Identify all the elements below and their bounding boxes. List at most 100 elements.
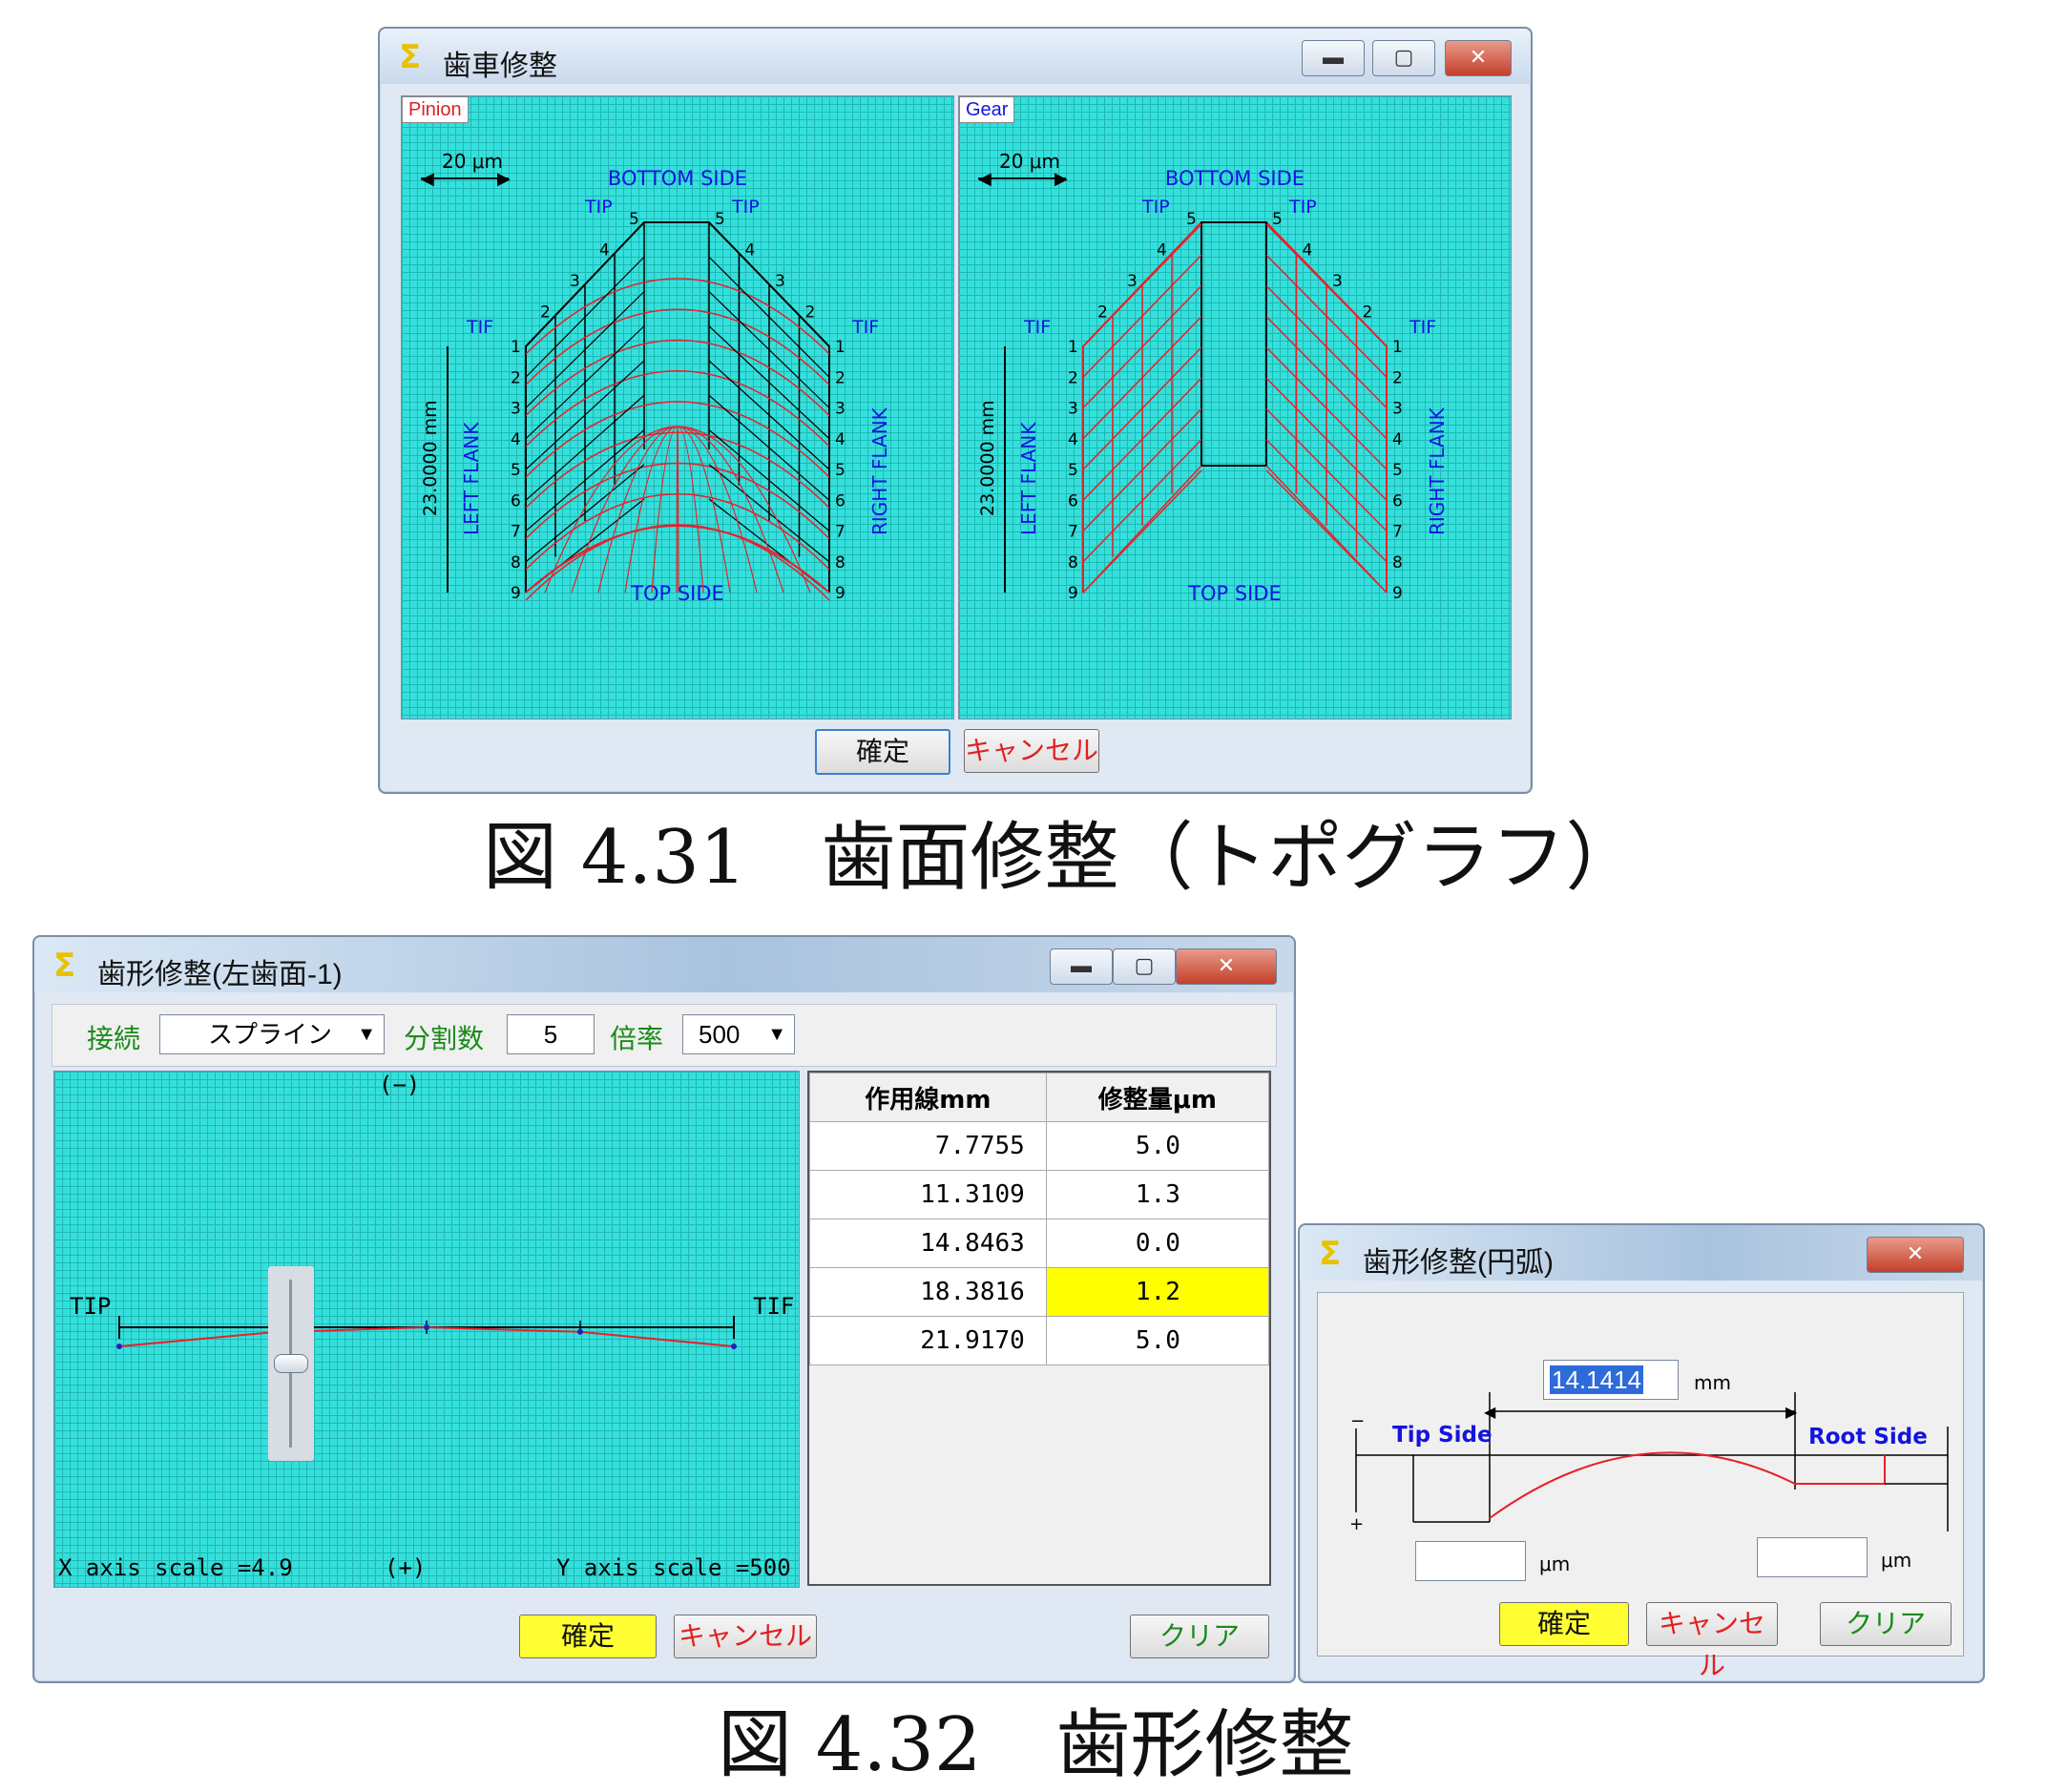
maximize-button[interactable]: ▢ bbox=[1113, 948, 1176, 985]
row-number-right: 2 bbox=[835, 368, 846, 387]
minimize-button[interactable]: ▬ bbox=[1302, 40, 1365, 76]
table-row[interactable]: 21.9170 5.0 bbox=[809, 1316, 1270, 1365]
slope-number-right: 5 bbox=[1272, 210, 1283, 229]
row-number-right: 4 bbox=[835, 430, 846, 449]
amount-cell[interactable]: 1.3 bbox=[1045, 1170, 1270, 1219]
row-number-left: 7 bbox=[1068, 523, 1078, 542]
connect-select[interactable]: スプライン ▼ bbox=[159, 1014, 385, 1054]
topography-window: Σ 歯車修整 ▬ ▢ ✕ Pinion 20 μm ◀ ▶ BOTTOM SIDE TO… bbox=[378, 27, 1533, 794]
ok-button[interactable]: 確定 bbox=[1499, 1602, 1629, 1646]
mesh-line-red bbox=[676, 426, 679, 594]
row-number-left: 9 bbox=[1068, 584, 1078, 603]
cancel-button[interactable]: キャンセル bbox=[964, 729, 1099, 773]
toolbar: 接続 スプライン ▼ 分割数 5 倍率 500 ▼ bbox=[52, 1004, 1277, 1067]
plus-sign: + bbox=[1349, 1514, 1364, 1534]
connect-label: 接続 bbox=[87, 1023, 141, 1054]
close-button[interactable]: ✕ bbox=[1445, 40, 1512, 76]
row-number-right: 1 bbox=[835, 338, 846, 357]
profile-modification-window: Σ 歯形修整(左歯面-1) ▬ ▢ ✕ 接続 スプライン ▼ 分割数 5 倍率 … bbox=[32, 935, 1296, 1683]
title-bar[interactable]: Σ 歯形修整(円弧) ✕ bbox=[1300, 1225, 1983, 1281]
cancel-button[interactable]: キャンセル bbox=[674, 1615, 817, 1658]
slope-number-right: 2 bbox=[805, 303, 816, 323]
row-number-right: 5 bbox=[835, 461, 846, 480]
row-number-right: 1 bbox=[1392, 338, 1403, 357]
bottom-side-label: BOTTOM SIDE bbox=[608, 167, 747, 190]
clear-button[interactable]: クリア bbox=[1130, 1615, 1269, 1658]
tip-label-left: TIP bbox=[1141, 197, 1170, 218]
vertical-slider[interactable] bbox=[268, 1266, 314, 1461]
root-side-unit: μm bbox=[1881, 1549, 1912, 1572]
scale-label: 20 μm bbox=[999, 150, 1060, 173]
arc-width-input[interactable]: 14.1414 bbox=[1543, 1360, 1679, 1400]
row-number-right: 8 bbox=[835, 553, 846, 573]
slope-number-left: 2 bbox=[540, 303, 551, 323]
cancel-button[interactable]: キャンセル bbox=[1646, 1602, 1778, 1681]
length-label: 23.0000 mm bbox=[420, 400, 441, 516]
profile-point bbox=[424, 1324, 430, 1330]
column-header-position[interactable]: 作用線mm bbox=[809, 1073, 1047, 1122]
table-row[interactable]: 18.3816 1.2 bbox=[809, 1267, 1270, 1317]
app-sigma-icon: Σ bbox=[53, 947, 76, 985]
profile-point bbox=[731, 1344, 737, 1349]
gear-tag: Gear bbox=[959, 96, 1015, 123]
tip-side-label: Tip Side bbox=[1392, 1423, 1493, 1448]
maximize-button[interactable]: ▢ bbox=[1372, 40, 1435, 76]
column-header-amount[interactable]: 修整量μm bbox=[1045, 1073, 1270, 1122]
ratio-select[interactable]: 500 ▼ bbox=[682, 1014, 795, 1054]
table-row[interactable]: 7.7755 5.0 bbox=[809, 1121, 1270, 1171]
position-cell[interactable]: 21.9170 bbox=[809, 1316, 1047, 1365]
bottom-side-label: BOTTOM SIDE bbox=[1165, 167, 1305, 190]
row-number-right: 7 bbox=[835, 523, 846, 542]
ratio-label: 倍率 bbox=[610, 1023, 664, 1054]
position-cell[interactable]: 11.3109 bbox=[809, 1170, 1047, 1219]
row-number-left: 4 bbox=[511, 430, 521, 449]
mesh-line-red bbox=[525, 339, 830, 417]
row-number-left: 1 bbox=[1068, 338, 1078, 357]
profile-point bbox=[576, 1328, 583, 1335]
position-cell[interactable]: 14.8463 bbox=[809, 1219, 1047, 1268]
row-number-right: 8 bbox=[1392, 553, 1403, 573]
tif-label-right: TIF bbox=[851, 317, 879, 338]
slope-number-right: 4 bbox=[745, 241, 756, 260]
row-number-right: 4 bbox=[1392, 430, 1403, 449]
slope-number-right: 5 bbox=[715, 210, 725, 229]
ok-button[interactable]: 確定 bbox=[519, 1615, 657, 1658]
amount-cell[interactable]: 5.0 bbox=[1045, 1316, 1270, 1365]
slider-thumb[interactable] bbox=[274, 1354, 308, 1373]
title-bar[interactable]: Σ 歯車修整 ▬ ▢ ✕ bbox=[380, 29, 1531, 84]
profile-curve-chart bbox=[116, 1316, 737, 1349]
close-button[interactable]: ✕ bbox=[1867, 1237, 1964, 1273]
slope-number-left: 5 bbox=[1186, 210, 1197, 229]
minimize-button[interactable]: ▬ bbox=[1050, 948, 1113, 985]
grid-line-black bbox=[525, 325, 830, 440]
arc-modification-window: Σ 歯形修整(円弧) ✕ ◀▶−+ 14.1414 mm Tip Side Ro… bbox=[1298, 1223, 1985, 1683]
figure-caption-4-31: 図 4.31 歯面修整（トポグラフ） bbox=[483, 815, 1640, 901]
chevron-down-icon: ▼ bbox=[767, 1024, 786, 1045]
modification-table: 作用線mm 修整量μm 7.7755 5.0 11.3109 1.3 14.8463… bbox=[807, 1071, 1271, 1586]
table-row[interactable]: 14.8463 0.0 bbox=[809, 1219, 1270, 1268]
position-cell[interactable]: 18.3816 bbox=[809, 1267, 1047, 1317]
scale-arrowhead-left: ◀ bbox=[978, 169, 992, 189]
clear-button[interactable]: クリア bbox=[1820, 1602, 1952, 1646]
amount-cell[interactable]: 0.0 bbox=[1045, 1219, 1270, 1268]
amount-cell[interactable]: 5.0 bbox=[1045, 1121, 1270, 1171]
app-sigma-icon: Σ bbox=[1319, 1235, 1342, 1273]
row-number-right: 2 bbox=[1392, 368, 1403, 387]
ok-button[interactable]: 確定 bbox=[815, 729, 950, 775]
divisions-label: 分割数 bbox=[404, 1023, 485, 1054]
tif-label-left: TIF bbox=[1023, 317, 1051, 338]
right-flank-label: RIGHT FLANK bbox=[1426, 406, 1449, 535]
row-number-right: 3 bbox=[835, 400, 846, 419]
root-side-amount-input[interactable] bbox=[1757, 1537, 1868, 1577]
close-button[interactable]: ✕ bbox=[1176, 948, 1277, 985]
app-sigma-icon: Σ bbox=[399, 38, 422, 76]
slope-number-right: 3 bbox=[775, 272, 785, 291]
tip-side-amount-input[interactable] bbox=[1415, 1541, 1526, 1581]
title-bar[interactable]: Σ 歯形修整(左歯面-1) ▬ ▢ ✕ bbox=[34, 937, 1294, 992]
row-number-left: 3 bbox=[1068, 400, 1078, 419]
tip-label-left: TIP bbox=[584, 197, 613, 218]
table-row[interactable]: 11.3109 1.3 bbox=[809, 1170, 1270, 1219]
divisions-input[interactable]: 5 bbox=[507, 1014, 595, 1054]
amount-cell-selected[interactable]: 1.2 bbox=[1045, 1267, 1270, 1317]
position-cell[interactable]: 7.7755 bbox=[809, 1121, 1047, 1171]
